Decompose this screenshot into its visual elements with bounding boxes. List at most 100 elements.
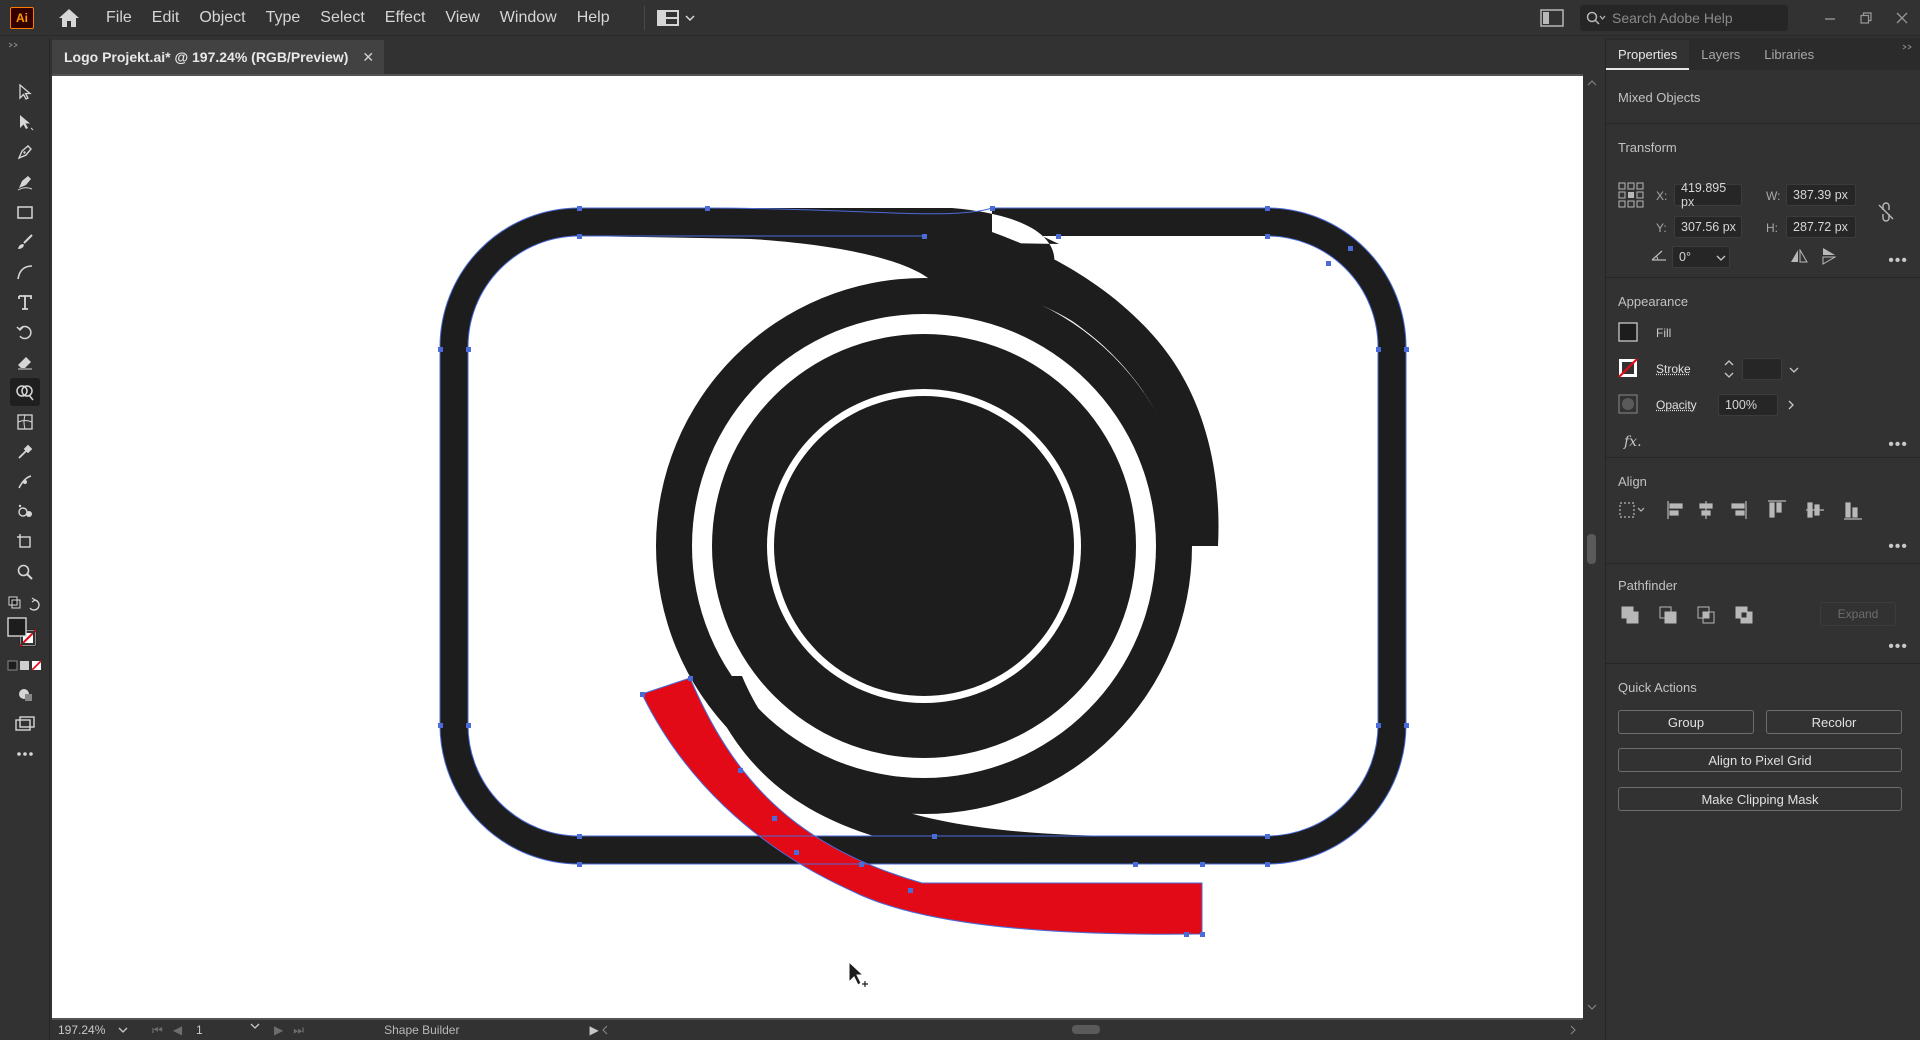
vertical-scroll-thumb[interactable] (1587, 534, 1596, 564)
menu-help[interactable]: Help (567, 0, 620, 36)
artboard[interactable] (52, 76, 1583, 1018)
collapse-panel-icon[interactable] (1902, 44, 1912, 50)
flip-horizontal-icon[interactable] (1790, 249, 1808, 263)
recolor-button[interactable]: Recolor (1766, 710, 1902, 734)
direct-selection-tool[interactable] (10, 108, 40, 136)
pen-tool[interactable] (10, 138, 40, 166)
chevron-right-icon[interactable] (1788, 400, 1794, 410)
logo-artwork[interactable] (52, 76, 1583, 1018)
default-colors-icon[interactable] (8, 596, 42, 614)
mesh-tool[interactable] (10, 408, 40, 436)
rectangle-tool[interactable] (10, 198, 40, 226)
pathfinder-buttons[interactable] (1620, 604, 1770, 626)
home-button[interactable] (54, 3, 84, 33)
restore-button[interactable] (1848, 0, 1884, 36)
edit-toolbar-button[interactable] (10, 740, 40, 768)
rotate-tool[interactable] (10, 318, 40, 346)
draw-mode-tool[interactable] (10, 680, 40, 708)
width-field[interactable]: 387.39 px (1786, 184, 1856, 206)
expand-button[interactable]: Expand (1820, 602, 1896, 626)
blend-tool[interactable] (10, 468, 40, 496)
paintbrush-tool[interactable] (10, 228, 40, 256)
eraser-tool[interactable] (10, 348, 40, 376)
type-tool[interactable] (10, 288, 40, 316)
collapse-icon[interactable] (8, 42, 22, 48)
next-artboard-icon[interactable]: ▶ (274, 1023, 283, 1038)
more-icon (17, 752, 33, 756)
opacity-field[interactable]: 100% (1718, 394, 1778, 416)
menu-select[interactable]: Select (310, 0, 374, 36)
menu-object[interactable]: Object (189, 0, 255, 36)
scroll-left-icon[interactable] (602, 1025, 608, 1035)
stroke-stepper-icon[interactable] (1724, 358, 1734, 380)
align-to-pixel-grid-button[interactable]: Align to Pixel Grid (1618, 748, 1902, 772)
constrain-proportions-icon[interactable] (1876, 202, 1896, 222)
chevron-down-icon[interactable] (1789, 367, 1799, 373)
appearance-more-icon[interactable]: ••• (1888, 436, 1908, 454)
y-field[interactable]: 307.56 px (1674, 216, 1742, 238)
menu-file[interactable]: File (96, 0, 142, 36)
artboard-number[interactable]: 1 (196, 1023, 260, 1037)
menu-effect[interactable]: Effect (375, 0, 436, 36)
height-field[interactable]: 287.72 px (1786, 216, 1856, 238)
scroll-down-icon[interactable] (1587, 1004, 1597, 1010)
scroll-up-icon[interactable] (1587, 80, 1597, 86)
close-window-button[interactable] (1884, 0, 1920, 36)
menu-edit[interactable]: Edit (142, 0, 190, 36)
quick-actions-section: Quick Actions Group Recolor Align to Pix… (1606, 664, 1920, 844)
menu-view[interactable]: View (435, 0, 489, 36)
horizontal-scroll-thumb[interactable] (1072, 1025, 1100, 1034)
make-clipping-mask-button[interactable]: Make Clipping Mask (1618, 787, 1902, 811)
stroke-weight-field[interactable] (1742, 358, 1782, 380)
tab-properties[interactable]: Properties (1606, 40, 1690, 70)
artboard-tool[interactable] (10, 528, 40, 556)
fill-stroke-swatch[interactable] (6, 616, 40, 648)
color-mode-icons[interactable] (7, 660, 43, 672)
prev-artboard-icon[interactable]: ◀ (173, 1023, 182, 1038)
pen-icon (17, 145, 32, 160)
stroke-swatch-icon[interactable] (1618, 358, 1638, 378)
minimize-button[interactable] (1812, 0, 1848, 36)
screen-mode-tool[interactable] (10, 710, 40, 738)
curvature-tool[interactable] (10, 168, 40, 196)
tab-layers[interactable]: Layers (1689, 40, 1752, 70)
eyedropper-tool[interactable] (10, 438, 40, 466)
flip-vertical-icon[interactable] (1822, 247, 1836, 265)
pathfinder-more-icon[interactable]: ••• (1888, 638, 1908, 656)
x-label: X: (1656, 189, 1668, 203)
align-more-icon[interactable]: ••• (1888, 538, 1908, 556)
align-buttons[interactable] (1618, 498, 1888, 522)
chevron-down-icon[interactable] (1716, 255, 1726, 261)
zoom-level[interactable]: 197.24% (52, 1023, 128, 1037)
shape-builder-tool[interactable] (10, 378, 40, 406)
zoom-value: 197.24% (58, 1023, 106, 1037)
transform-more-icon[interactable]: ••• (1888, 252, 1908, 270)
fx-icon[interactable]: fx. (1624, 434, 1642, 450)
selection-tool[interactable] (10, 78, 40, 106)
stroke-label[interactable]: Stroke (1656, 362, 1691, 376)
h-label: H: (1766, 221, 1778, 235)
menu-type[interactable]: Type (256, 0, 311, 36)
close-tab-icon[interactable]: ✕ (362, 49, 374, 66)
last-artboard-icon[interactable]: ⏭ (293, 1023, 304, 1038)
vertical-scrollbar[interactable] (1583, 74, 1600, 1020)
scroll-right-icon[interactable] (1570, 1025, 1576, 1035)
help-search[interactable]: Search Adobe Help (1580, 5, 1788, 31)
x-field[interactable]: 419.895 px (1674, 181, 1742, 209)
group-button[interactable]: Group (1618, 710, 1754, 734)
zoom-tool[interactable] (10, 558, 40, 586)
symbol-sprayer-tool[interactable] (10, 498, 40, 526)
horizontal-scrollbar[interactable] (530, 1022, 1600, 1038)
document-tab[interactable]: Logo Projekt.ai* @ 197.24% (RGB/Preview)… (52, 40, 384, 74)
fill-swatch-icon[interactable] (1618, 322, 1638, 342)
menu-window[interactable]: Window (490, 0, 567, 36)
reference-point-icon[interactable] (1618, 182, 1644, 208)
first-artboard-icon[interactable]: ⏮ (152, 1023, 163, 1038)
shaper-tool[interactable] (10, 258, 40, 286)
canvas-area[interactable] (52, 74, 1600, 1020)
tab-libraries[interactable]: Libraries (1752, 40, 1826, 70)
opacity-label[interactable]: Opacity (1656, 398, 1697, 412)
panel-layout-icon[interactable] (1540, 9, 1564, 27)
workspace-switcher[interactable] (643, 5, 695, 30)
lens-core (774, 396, 1074, 696)
